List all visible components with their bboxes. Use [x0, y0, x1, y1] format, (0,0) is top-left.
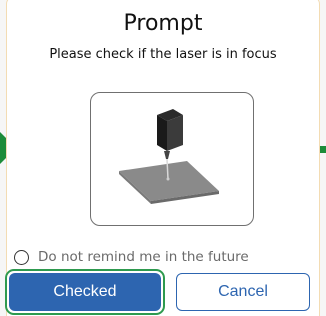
checked-button[interactable]: Checked	[9, 273, 161, 311]
remind-option[interactable]: Do not remind me in the future	[14, 247, 249, 267]
remind-label: Do not remind me in the future	[38, 249, 249, 265]
dialog-title: Prompt	[123, 11, 203, 36]
cancel-button[interactable]: Cancel	[176, 273, 310, 311]
dialog-message: Please check if the laser is in focus	[49, 47, 277, 62]
remind-radio[interactable]	[14, 249, 29, 265]
laser-head-icon	[119, 109, 219, 204]
laser-focus-illustration	[90, 92, 254, 226]
screen: Prompt Please check if the laser is in f…	[0, 0, 326, 316]
